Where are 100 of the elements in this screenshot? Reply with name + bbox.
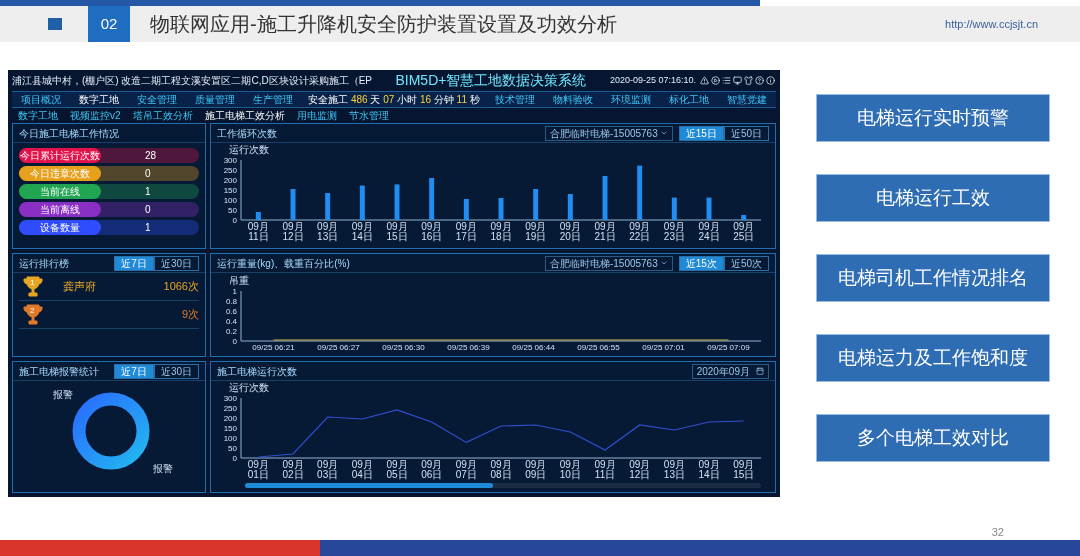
sub-tab[interactable]: 数字工地 [18, 108, 58, 123]
range-tab[interactable]: 近7日 [114, 255, 154, 271]
x-tick-label: 09月14日 [697, 460, 721, 480]
feature-label: 多个电梯工效对比 [816, 414, 1050, 462]
sub-tab[interactable]: 用电监测 [296, 108, 337, 123]
shirt-icon[interactable] [744, 76, 753, 85]
range-tab[interactable]: 近30日 [153, 363, 199, 379]
monitor-icon[interactable] [733, 76, 742, 85]
panel-title: 施工电梯报警统计 [19, 364, 99, 379]
x-tick-label: 09月14日 [350, 222, 374, 242]
y-tick-label: 0.4 [225, 316, 237, 326]
sub-tab[interactable]: 塔吊工效分析 [132, 108, 193, 123]
chart-bar [637, 165, 643, 220]
stat-label: 今日违章次数 [19, 166, 101, 181]
play-icon[interactable] [711, 76, 720, 85]
sub-tab[interactable]: 节水管理 [348, 108, 389, 123]
stat-value: 0 [145, 167, 151, 181]
y-tick-label: 50 [228, 443, 237, 453]
x-tick-label: 09月23日 [662, 222, 686, 242]
chart-bar [741, 215, 747, 220]
nav-tab[interactable]: 数字工地 [70, 92, 128, 107]
rank-number: 1 [30, 276, 35, 289]
y-tick-label: 100 [223, 195, 237, 205]
y-tick-label: 250 [223, 165, 237, 175]
feature-label: 电梯运行实时预警 [816, 94, 1050, 142]
slide-title: 物联网应用-施工升降机安全防护装置设置及功效分析 [150, 12, 617, 37]
device-dropdown[interactable]: 合肥临时电梯-15005763 [544, 255, 673, 271]
nav-tab[interactable]: 技术管理 [486, 92, 544, 107]
nav-tab[interactable]: 生产管理 [244, 92, 302, 107]
driver-name: 龚声府 [63, 279, 96, 295]
chart-bar [429, 178, 435, 220]
x-tick-label: 09月20日 [558, 222, 582, 242]
run-count: 9次 [181, 307, 199, 323]
list-icon[interactable] [722, 76, 731, 85]
x-tick-label: 09/25 06:21 [252, 343, 295, 353]
range-tab[interactable]: 近50次 [723, 255, 769, 271]
panel-title: 运行排行榜 [19, 256, 69, 271]
square-icon [48, 18, 62, 30]
device-dropdown[interactable]: 合肥临时电梯-15005763 [544, 125, 673, 141]
trophy-icon [23, 275, 43, 298]
x-tick-label: 09月13日 [316, 222, 340, 242]
nav-tab[interactable]: 质量管理 [186, 92, 244, 107]
nav-tab[interactable]: 项目概况 [12, 92, 70, 107]
nav-tab[interactable]: 智慧党建 [718, 92, 776, 107]
y-tick-label: 0 [232, 215, 237, 225]
range-tab[interactable]: 近15日 [678, 125, 724, 141]
caret-icon [659, 259, 668, 267]
x-tick-label: 09月05日 [385, 460, 409, 480]
range-tab[interactable]: 近7日 [114, 363, 154, 379]
x-tick-label: 09月18日 [489, 222, 513, 242]
help-icon[interactable] [755, 76, 764, 85]
chart-bar [325, 193, 331, 220]
x-tick-label: 09/25 07:09 [707, 343, 750, 353]
info-icon[interactable] [766, 76, 775, 85]
y-tick-label: 0 [232, 336, 237, 346]
panel-title: 运行重量(kg)、载重百分比(%) [217, 256, 350, 271]
y-tick-label: 0.6 [225, 306, 237, 316]
chart-label: 报警 [53, 388, 73, 402]
x-tick-label: 09月07日 [454, 460, 478, 480]
nav-tab[interactable]: 标化工地 [660, 92, 718, 107]
y-tick-label: 50 [228, 205, 237, 215]
x-tick-label: 09/25 06:44 [512, 343, 555, 353]
y-tick-label: 300 [223, 393, 237, 403]
y-tick-label: 0.2 [225, 326, 237, 336]
x-tick-label: 09月24日 [697, 222, 721, 242]
stat-value: 1 [145, 185, 151, 199]
panel-title: 施工电梯运行次数 [217, 364, 297, 379]
sub-tab[interactable]: 视频监控v2 [70, 108, 121, 123]
calendar-icon [756, 367, 764, 375]
x-tick-label: 09月01日 [246, 460, 270, 480]
y-tick-label: 200 [223, 413, 237, 423]
panel-title: 工作循环次数 [217, 126, 277, 141]
y-tick-label: 150 [223, 423, 237, 433]
nav-tab[interactable]: 物料验收 [544, 92, 602, 107]
x-tick-label: 09月19日 [524, 222, 548, 242]
y-axis-label: 运行次数 [229, 382, 269, 394]
month-picker[interactable]: 2020年09月 [691, 363, 769, 379]
stat-value: 1 [145, 221, 151, 235]
nav-tab[interactable]: 安全管理 [128, 92, 186, 107]
nav-tab[interactable]: 环境监测 [602, 92, 660, 107]
x-tick-label: 09月17日 [454, 222, 478, 242]
trophy-icon [23, 303, 43, 326]
rank-number: 2 [30, 304, 35, 317]
x-tick-label: 09月13日 [662, 460, 686, 480]
range-tab[interactable]: 近15次 [678, 255, 724, 271]
range-tab[interactable]: 近30日 [153, 255, 199, 271]
y-axis-label: 吊重 [229, 275, 249, 287]
chart-label: 报警 [153, 462, 173, 476]
y-tick-label: 0.8 [225, 296, 237, 306]
sub-tab[interactable]: 施工电梯工效分析 [204, 108, 285, 123]
warning-icon[interactable] [700, 76, 709, 85]
date-time: 2020-09-25 07:16:10. [609, 73, 696, 87]
x-tick-label: 09月11日 [246, 222, 270, 242]
x-tick-label: 09/25 07:01 [642, 343, 685, 353]
y-tick-label: 200 [223, 175, 237, 185]
scroll-thumb[interactable] [245, 483, 493, 488]
range-tab[interactable]: 近50日 [723, 125, 769, 141]
chart-bar [394, 184, 400, 220]
y-tick-label: 250 [223, 403, 237, 413]
x-tick-label: 09月09日 [524, 460, 548, 480]
